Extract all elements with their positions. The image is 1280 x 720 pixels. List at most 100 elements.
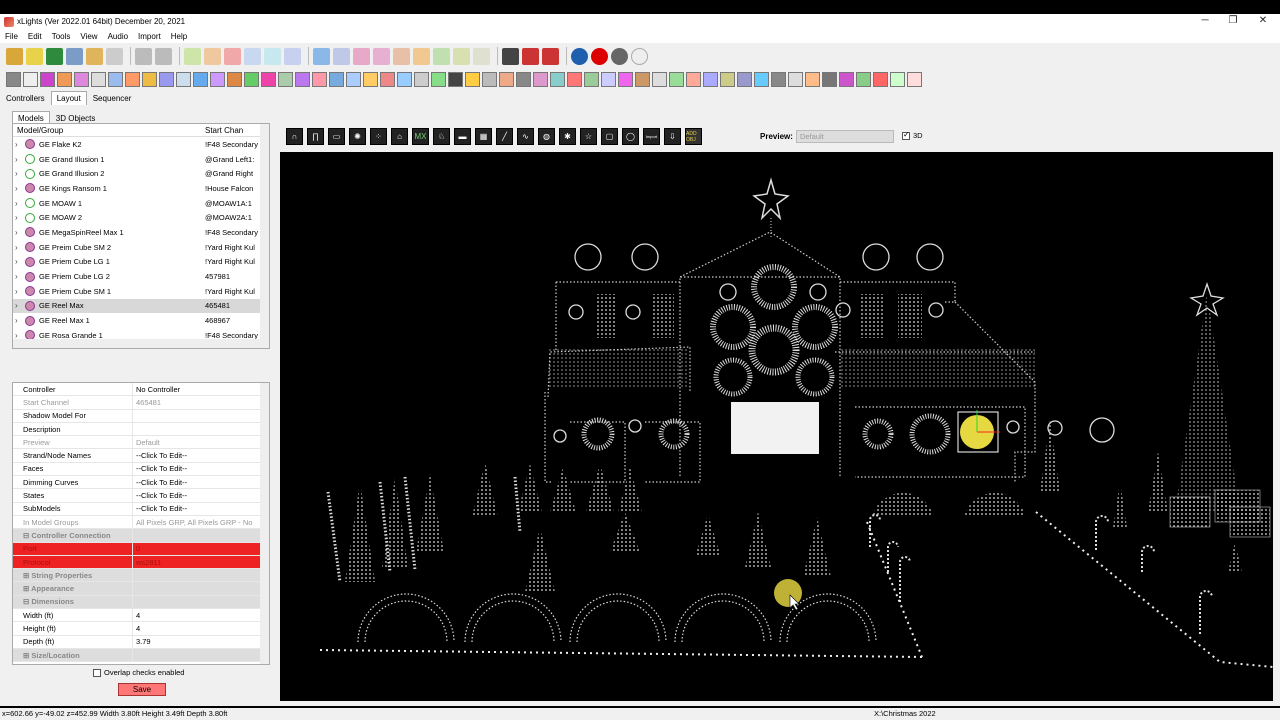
chevron-right-icon[interactable]: › (15, 213, 25, 222)
tree-row[interactable]: › GE Preim Cube SM 2 !Yard Right Kul (13, 240, 269, 255)
chevron-right-icon[interactable]: › (15, 301, 25, 310)
copy-icon[interactable] (373, 47, 390, 65)
add-matrix-icon[interactable]: ▭ (328, 128, 345, 145)
add-circle-model-icon[interactable]: ◯ (622, 128, 639, 145)
property-row[interactable]: ⊞ Size/Location (13, 648, 269, 663)
effect-4-icon[interactable] (57, 71, 72, 87)
merge-icon[interactable] (393, 47, 410, 65)
property-row[interactable]: Height (ft) 4 (13, 622, 269, 636)
property-row[interactable]: ⊞ String Properties (13, 569, 269, 583)
effect-42-icon[interactable] (703, 71, 718, 87)
pause-icon[interactable] (204, 47, 221, 65)
add-mx-icon[interactable]: MX (412, 128, 429, 145)
property-row[interactable]: Faces --Click To Edit-- (13, 462, 269, 477)
effect-51-icon[interactable] (856, 71, 871, 87)
add-grid-icon[interactable]: ▦ (475, 128, 492, 145)
add-candy-cane-icon[interactable]: ∏ (307, 128, 324, 145)
property-row[interactable]: Shadow Model For (13, 409, 269, 423)
chevron-right-icon[interactable]: › (15, 257, 25, 266)
effect-34-icon[interactable] (567, 71, 582, 87)
preview-select[interactable]: Default (796, 130, 894, 143)
effect-36-icon[interactable] (601, 71, 616, 87)
menu-tools[interactable]: Tools (47, 32, 76, 41)
property-value[interactable]: 465481 (133, 398, 161, 407)
chevron-right-icon[interactable]: › (15, 199, 25, 208)
property-value[interactable]: 4 (133, 611, 140, 620)
effect-18-icon[interactable] (295, 71, 310, 87)
tree-row[interactable]: › GE Reel Max 1 468967 (13, 313, 269, 328)
tree-row[interactable]: › GE Priem Cube SM 1 !Yard Right Kul (13, 284, 269, 299)
effect-39-icon[interactable] (652, 71, 667, 87)
add-arch-icon[interactable]: ∩ (286, 128, 303, 145)
property-value[interactable]: 4 (133, 624, 140, 633)
effect-44-icon[interactable] (737, 71, 752, 87)
tree-row[interactable]: › GE Grand Illusion 2 @Grand Right (13, 166, 269, 181)
add-house-icon[interactable]: ⌂ (391, 128, 408, 145)
effect-12-icon[interactable] (193, 71, 208, 87)
3d-checkbox[interactable]: ✓ 3D (902, 130, 923, 140)
effect-26-icon[interactable] (431, 71, 446, 87)
zoom-in-icon[interactable] (502, 47, 519, 65)
tree-vertical-scrollbar[interactable] (260, 124, 269, 348)
property-value[interactable]: All Pixels GRP, All Pixels GRP - No (133, 518, 252, 527)
property-value[interactable]: --Click To Edit-- (133, 504, 187, 513)
property-row[interactable]: States --Click To Edit-- (13, 489, 269, 503)
record-icon[interactable] (591, 47, 608, 65)
replay-icon[interactable] (284, 47, 301, 65)
effect-19-icon[interactable] (312, 71, 327, 87)
tree-row[interactable]: › GE Flake K2 !F48 Secondary (13, 137, 269, 152)
effect-50-icon[interactable] (839, 71, 854, 87)
menu-import[interactable]: Import (133, 32, 166, 41)
stop-icon[interactable] (224, 47, 241, 65)
property-row[interactable]: In Model Groups All Pixels GRP, All Pixel… (13, 515, 269, 530)
rewind-icon[interactable] (244, 47, 261, 65)
minimize-button[interactable]: ─ (1190, 14, 1220, 29)
property-value[interactable]: Default (133, 438, 160, 447)
property-row[interactable]: SubModels --Click To Edit-- (13, 502, 269, 516)
effect-16-icon[interactable] (261, 71, 276, 87)
save-icon[interactable] (66, 47, 83, 65)
tab-sequencer[interactable]: Sequencer (87, 91, 138, 105)
add-star-icon[interactable]: ☆ (580, 128, 597, 145)
effect-33-icon[interactable] (550, 71, 565, 87)
effect-20-icon[interactable] (329, 71, 344, 87)
effect-2-icon[interactable] (23, 71, 38, 87)
effect-29-icon[interactable] (482, 71, 497, 87)
effect-52-icon[interactable] (873, 71, 888, 87)
property-row[interactable]: ⊟ Dimensions (13, 595, 269, 610)
menu-view[interactable]: View (75, 32, 102, 41)
effect-31-icon[interactable] (516, 71, 531, 87)
chevron-right-icon[interactable]: › (15, 155, 25, 164)
tree-row[interactable]: › GE Reel Max 465481 (13, 298, 269, 314)
property-row[interactable]: ⊞ Appearance (13, 582, 269, 596)
effect-23-icon[interactable] (380, 71, 395, 87)
grid-icon[interactable] (333, 47, 350, 65)
property-value[interactable]: --Click To Edit-- (133, 491, 187, 500)
save-button[interactable]: Save (118, 683, 166, 696)
chevron-right-icon[interactable]: › (15, 140, 25, 149)
effect-8-icon[interactable] (125, 71, 140, 87)
effect-46-icon[interactable] (771, 71, 786, 87)
effect-45-icon[interactable] (754, 71, 769, 87)
effect-3-icon[interactable] (40, 71, 55, 87)
chevron-right-icon[interactable]: › (15, 243, 25, 252)
brightness-icon[interactable] (433, 47, 450, 65)
effect-13-icon[interactable] (210, 71, 225, 87)
settings-icon[interactable] (313, 47, 330, 65)
zoom-out-icon[interactable] (522, 47, 539, 65)
add-add-object-icon[interactable]: ADD OBJ (685, 128, 702, 145)
add-spinner-icon[interactable]: ∿ (517, 128, 534, 145)
property-row[interactable]: Controller No Controller (13, 383, 269, 397)
tree-row[interactable]: › GE Kings Ransom 1 !House Falcon (13, 181, 269, 196)
add-import-icon[interactable]: Import (643, 128, 660, 145)
property-row[interactable]: Dimming Curves --Click To Edit-- (13, 476, 269, 490)
effect-22-icon[interactable] (363, 71, 378, 87)
effect-53-icon[interactable] (890, 71, 905, 87)
property-value[interactable]: No Controller (133, 385, 180, 394)
add-custom-icon[interactable]: ⁘ (370, 128, 387, 145)
chevron-right-icon[interactable]: › (15, 272, 25, 281)
add-icicle-icon[interactable]: ♘ (433, 128, 450, 145)
effect-15-icon[interactable] (244, 71, 259, 87)
brush-icon[interactable] (473, 47, 490, 65)
effect-30-icon[interactable] (499, 71, 514, 87)
